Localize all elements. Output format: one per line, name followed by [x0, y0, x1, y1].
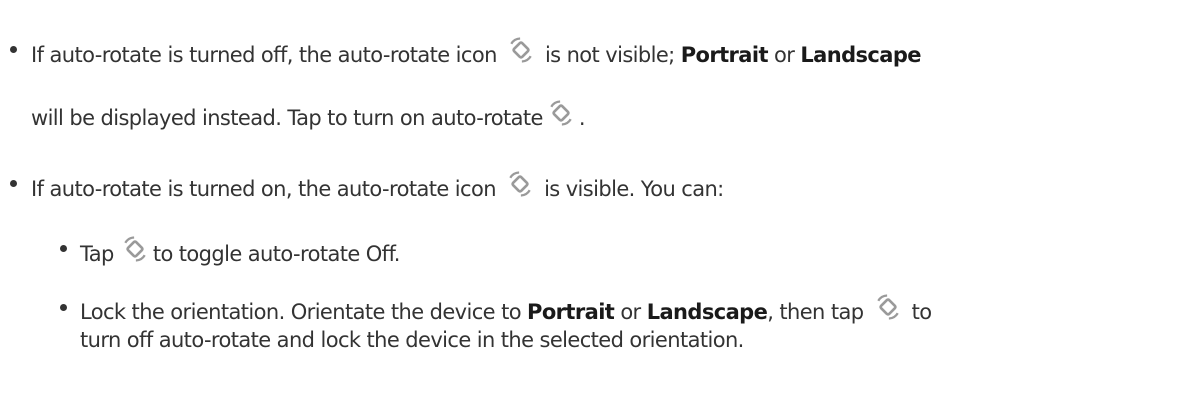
- text: Tap: [80, 242, 114, 266]
- text: is visible. You can:: [544, 177, 724, 201]
- sub-bullet-2-line-2: turn off auto-rotate and lock the device…: [80, 326, 744, 354]
- text: is not visible;: [544, 43, 675, 67]
- text: to toggle auto-rotate Off.: [152, 242, 401, 266]
- text: If auto-rotate is turned on, the auto-ro…: [31, 177, 497, 201]
- text: turn off auto-rotate and lock the device…: [80, 328, 744, 352]
- text: will be displayed instead. Tap to turn o…: [31, 106, 543, 130]
- portrait-label: Portrait: [680, 43, 769, 67]
- landscape-label: Landscape: [646, 300, 768, 324]
- landscape-label: Landscape: [800, 43, 921, 67]
- auto-rotate-icon: [546, 98, 576, 128]
- auto-rotate-icon: [120, 234, 150, 264]
- bullet-dot: [60, 245, 67, 252]
- auto-rotate-icon: [506, 35, 536, 65]
- text: If auto-rotate is turned off, the auto-r…: [31, 43, 497, 67]
- text: or: [774, 43, 795, 67]
- text: .: [578, 106, 586, 130]
- bullet-1-line-1: If auto-rotate is turned off, the auto-r…: [31, 35, 922, 69]
- bullet-1-line-2: will be displayed instead. Tap to turn o…: [31, 98, 586, 132]
- sub-bullet-2-line-1: Lock the orientation. Orientate the devi…: [80, 292, 932, 326]
- bullet-dot: [60, 304, 67, 311]
- bullet-2-line-1: If auto-rotate is turned on, the auto-ro…: [31, 169, 724, 203]
- text: or: [620, 300, 641, 324]
- document: If auto-rotate is turned off, the auto-r…: [0, 0, 1186, 401]
- portrait-label: Portrait: [527, 300, 615, 324]
- bullet-dot: [10, 46, 17, 53]
- text: , then tap: [767, 300, 864, 324]
- bullet-dot: [10, 180, 17, 187]
- auto-rotate-icon: [505, 169, 535, 199]
- text: Lock the orientation. Orientate the devi…: [80, 300, 522, 324]
- auto-rotate-icon: [873, 292, 903, 322]
- text: to: [911, 300, 932, 324]
- sub-bullet-1: Tap to toggle auto-rotate Off.: [80, 234, 400, 268]
